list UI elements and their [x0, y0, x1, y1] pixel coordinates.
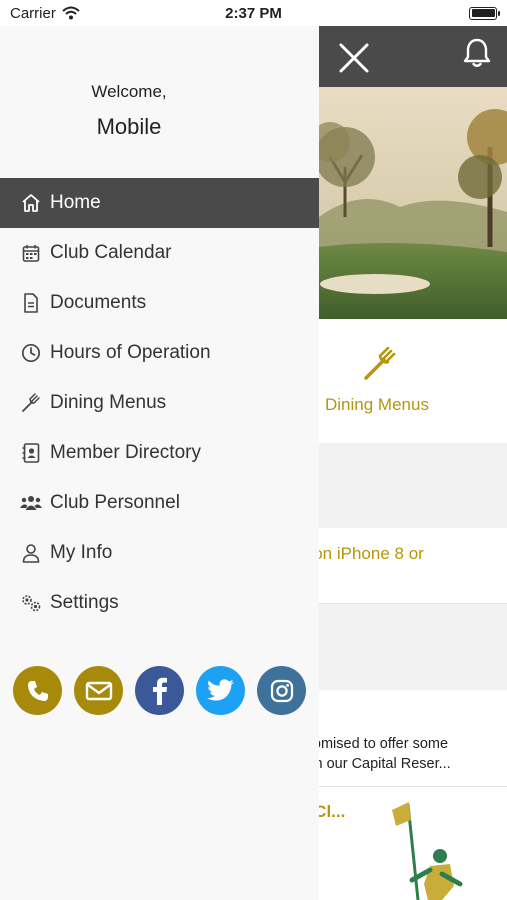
dining-tile[interactable]: [319, 319, 507, 443]
carrier-label: Carrier: [10, 4, 56, 22]
menu-item-club-calendar[interactable]: Club Calendar: [0, 228, 319, 278]
status-bar: Carrier 2:37 PM: [0, 0, 507, 26]
menu-item-label: Hours of Operation: [50, 342, 211, 363]
menu-item-home[interactable]: Home: [0, 178, 319, 228]
golfer-logo: [392, 802, 463, 900]
fork-icon: [364, 346, 396, 380]
menu-item-member-directory[interactable]: Member Directory: [0, 428, 319, 478]
menu-item-label: Home: [50, 192, 101, 213]
email-icon: [85, 681, 112, 700]
menu-item-hours-of-operation[interactable]: Hours of Operation: [0, 328, 319, 378]
email-button[interactable]: [74, 666, 123, 715]
clock-icon: [20, 342, 42, 364]
menu-item-dining-menus[interactable]: Dining Menus: [0, 378, 319, 428]
user-name: Mobile: [96, 114, 162, 139]
menu-item-club-personnel[interactable]: Club Personnel: [0, 478, 319, 528]
menu-item-label: Member Directory: [50, 442, 201, 463]
phone-button[interactable]: [13, 666, 62, 715]
facebook-button[interactable]: [135, 666, 184, 715]
calendar-icon: [20, 242, 42, 264]
gears-icon: [20, 592, 42, 614]
phone-icon: [27, 680, 48, 701]
document-icon: [20, 292, 42, 314]
twitter-button[interactable]: [196, 666, 245, 715]
contact-book-icon: [20, 442, 42, 464]
menu-item-label: Settings: [50, 592, 119, 613]
side-drawer: Welcome, Mobile Home Club Calendar Docum…: [0, 26, 319, 900]
instagram-icon: [270, 679, 293, 702]
people-icon: [20, 492, 42, 514]
menu-item-label: Club Calendar: [50, 242, 172, 263]
facebook-icon: [152, 677, 167, 705]
menu-item-documents[interactable]: Documents: [0, 278, 319, 328]
menu-item-label: Club Personnel: [50, 492, 180, 513]
bell-icon[interactable]: [460, 36, 494, 70]
news-line: lain our Capital Reser...: [300, 756, 451, 772]
menu-item-label: My Info: [50, 542, 113, 563]
fork-icon: [20, 392, 42, 414]
menu-item-label: Dining Menus: [50, 392, 167, 413]
wifi-icon: [62, 6, 80, 20]
news-snippet[interactable]: promised to offer some lain our Capital …: [300, 734, 451, 774]
person-icon: [20, 542, 42, 564]
drawer-menu: Home Club Calendar Documents Hours of Op…: [0, 178, 319, 628]
home-icon: [20, 192, 42, 214]
menu-item-label: Documents: [50, 292, 147, 313]
dining-tile-label: Dining Menus: [325, 395, 429, 414]
menu-item-settings[interactable]: Settings: [0, 578, 319, 628]
welcome-text: Welcome,: [91, 82, 167, 101]
social-links: [13, 666, 306, 715]
instagram-button[interactable]: [257, 666, 306, 715]
news-line: promised to offer some: [300, 736, 449, 752]
battery-icon: [469, 6, 500, 20]
close-icon[interactable]: [336, 40, 372, 76]
twitter-icon: [206, 678, 234, 700]
menu-item-my-info[interactable]: My Info: [0, 528, 319, 578]
